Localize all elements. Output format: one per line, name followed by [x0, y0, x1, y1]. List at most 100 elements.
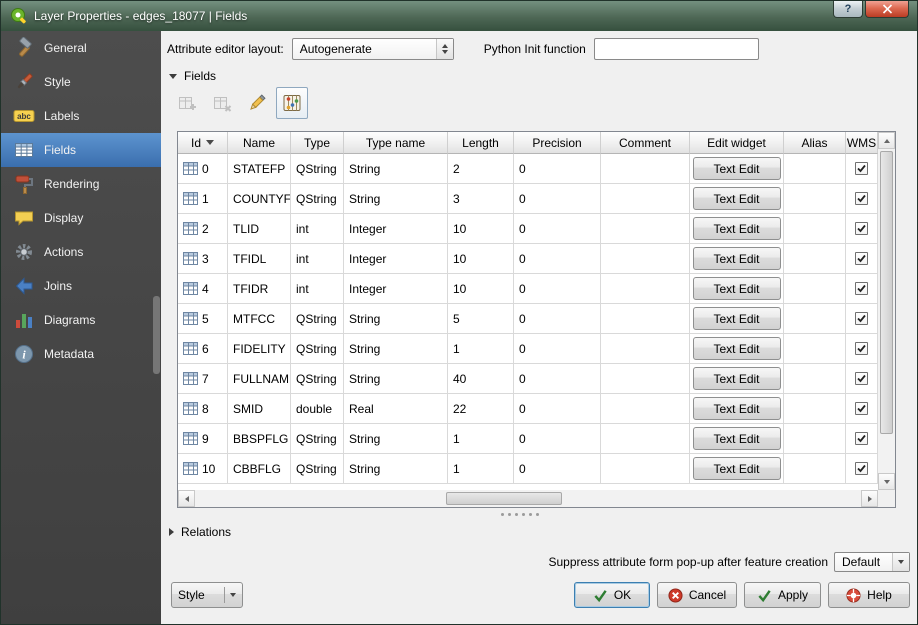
style-button[interactable]: Style: [171, 582, 243, 608]
sidebar-item-style[interactable]: Style: [1, 65, 161, 99]
cell-comment[interactable]: [601, 184, 690, 214]
cell-alias[interactable]: [784, 274, 846, 304]
cell-alias[interactable]: [784, 184, 846, 214]
table-row[interactable]: 0 STATEFP QString String 2 0 Text Edit: [178, 154, 878, 184]
cell-alias[interactable]: [784, 424, 846, 454]
wms-checkbox[interactable]: [855, 462, 868, 475]
sidebar-item-display[interactable]: Display: [1, 201, 161, 235]
edit-widget-button[interactable]: Text Edit: [693, 337, 781, 360]
cell-comment[interactable]: [601, 364, 690, 394]
column-header-type-name[interactable]: Type name: [344, 132, 448, 154]
sidebar-item-labels[interactable]: abc Labels: [1, 99, 161, 133]
cell-comment[interactable]: [601, 304, 690, 334]
table-row[interactable]: 2 TLID int Integer 10 0 Text Edit: [178, 214, 878, 244]
column-header-alias[interactable]: Alias: [784, 132, 846, 154]
cell-comment[interactable]: [601, 244, 690, 274]
cell-alias[interactable]: [784, 364, 846, 394]
wms-checkbox[interactable]: [855, 282, 868, 295]
python-init-input[interactable]: [594, 38, 759, 60]
cancel-button[interactable]: Cancel: [657, 582, 737, 608]
sidebar-item-joins[interactable]: Joins: [1, 269, 161, 303]
field-calculator-button[interactable]: [276, 87, 308, 119]
table-row[interactable]: 1 COUNTYFP QString String 3 0 Text Edit: [178, 184, 878, 214]
cell-alias[interactable]: [784, 244, 846, 274]
fields-group-toggle[interactable]: Fields: [169, 69, 216, 83]
splitter-handle[interactable]: [501, 513, 539, 516]
scroll-up-button[interactable]: [878, 132, 895, 149]
sidebar-scrollbar-thumb[interactable]: [153, 296, 160, 374]
toggle-editing-button[interactable]: [241, 87, 273, 119]
cell-alias[interactable]: [784, 394, 846, 424]
apply-button[interactable]: Apply: [744, 582, 821, 608]
cell-alias[interactable]: [784, 214, 846, 244]
cell-comment[interactable]: [601, 334, 690, 364]
cell-comment[interactable]: [601, 274, 690, 304]
column-header-wms[interactable]: WMS: [846, 132, 878, 154]
table-row[interactable]: 5 MTFCC QString String 5 0 Text Edit: [178, 304, 878, 334]
cell-comment[interactable]: [601, 214, 690, 244]
edit-widget-button[interactable]: Text Edit: [693, 277, 781, 300]
edit-widget-button[interactable]: Text Edit: [693, 397, 781, 420]
sidebar-item-rendering[interactable]: Rendering: [1, 167, 161, 201]
sidebar-item-diagrams[interactable]: Diagrams: [1, 303, 161, 337]
vertical-scrollbar[interactable]: [878, 132, 895, 490]
cell-comment[interactable]: [601, 454, 690, 484]
delete-field-button[interactable]: [206, 87, 238, 119]
sidebar-item-general[interactable]: General: [1, 31, 161, 65]
cell-comment[interactable]: [601, 394, 690, 424]
wms-checkbox[interactable]: [855, 162, 868, 175]
cell-alias[interactable]: [784, 154, 846, 184]
cell-comment[interactable]: [601, 154, 690, 184]
table-row[interactable]: 3 TFIDL int Integer 10 0 Text Edit: [178, 244, 878, 274]
table-row[interactable]: 4 TFIDR int Integer 10 0 Text Edit: [178, 274, 878, 304]
horizontal-scrollbar-thumb[interactable]: [446, 492, 562, 505]
help-button[interactable]: Help: [828, 582, 910, 608]
edit-widget-button[interactable]: Text Edit: [693, 457, 781, 480]
column-header-type[interactable]: Type: [291, 132, 344, 154]
scroll-down-button[interactable]: [878, 473, 895, 490]
suppress-form-popup-combo[interactable]: Default: [834, 552, 910, 572]
window-help-button[interactable]: ?: [833, 1, 863, 18]
edit-widget-button[interactable]: Text Edit: [693, 157, 781, 180]
edit-widget-button[interactable]: Text Edit: [693, 427, 781, 450]
attribute-editor-layout-combo[interactable]: Autogenerate: [292, 38, 454, 60]
sidebar-item-fields[interactable]: Fields: [1, 133, 161, 167]
column-header-id[interactable]: Id: [178, 132, 228, 154]
cell-alias[interactable]: [784, 304, 846, 334]
wms-checkbox[interactable]: [855, 252, 868, 265]
wms-checkbox[interactable]: [855, 192, 868, 205]
cell-comment[interactable]: [601, 424, 690, 454]
column-header-length[interactable]: Length: [448, 132, 514, 154]
edit-widget-button[interactable]: Text Edit: [693, 187, 781, 210]
new-field-button[interactable]: [171, 87, 203, 119]
table-row[interactable]: 8 SMID double Real 22 0 Text Edit: [178, 394, 878, 424]
wms-checkbox[interactable]: [855, 372, 868, 385]
vertical-scrollbar-thumb[interactable]: [880, 151, 893, 434]
sidebar-item-metadata[interactable]: i Metadata: [1, 337, 161, 371]
cell-alias[interactable]: [784, 334, 846, 364]
scroll-right-button[interactable]: [861, 490, 878, 507]
wms-checkbox[interactable]: [855, 312, 868, 325]
table-row[interactable]: 7 FULLNAME QString String 40 0 Text Edit: [178, 364, 878, 394]
relations-group-toggle[interactable]: Relations: [169, 525, 231, 539]
edit-widget-button[interactable]: Text Edit: [693, 307, 781, 330]
scroll-left-button[interactable]: [178, 490, 195, 507]
wms-checkbox[interactable]: [855, 402, 868, 415]
edit-widget-button[interactable]: Text Edit: [693, 217, 781, 240]
edit-widget-button[interactable]: Text Edit: [693, 367, 781, 390]
table-row[interactable]: 10 CBBFLG QString String 1 0 Text Edit: [178, 454, 878, 484]
column-header-precision[interactable]: Precision: [514, 132, 601, 154]
cell-alias[interactable]: [784, 454, 846, 484]
edit-widget-button[interactable]: Text Edit: [693, 247, 781, 270]
column-header-comment[interactable]: Comment: [601, 132, 690, 154]
window-close-button[interactable]: [865, 1, 909, 18]
wms-checkbox[interactable]: [855, 342, 868, 355]
column-header-name[interactable]: Name: [228, 132, 291, 154]
sidebar-item-actions[interactable]: Actions: [1, 235, 161, 269]
titlebar[interactable]: Layer Properties - edges_18077 | Fields …: [1, 1, 917, 31]
horizontal-scrollbar[interactable]: [178, 490, 878, 507]
column-header-edit-widget[interactable]: Edit widget: [690, 132, 784, 154]
ok-button[interactable]: OK: [574, 582, 650, 608]
wms-checkbox[interactable]: [855, 222, 868, 235]
wms-checkbox[interactable]: [855, 432, 868, 445]
